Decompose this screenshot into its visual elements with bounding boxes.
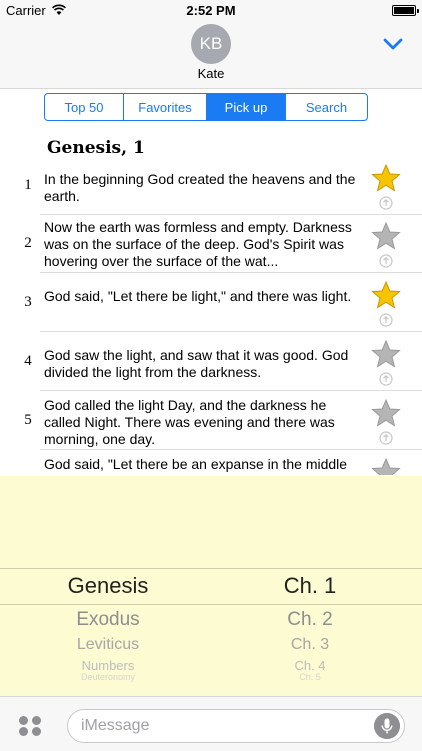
book-chapter-picker[interactable]: Genesis Exodus Leviticus Numbers Deutero…: [0, 476, 422, 696]
verse-row[interactable]: 3 God said, "Let there be light," and th…: [0, 274, 422, 332]
verse-text: God said, "Let there be an expanse in th…: [44, 456, 348, 472]
verse-text: God said, "Let there be light," and ther…: [44, 288, 352, 304]
tab-favorites[interactable]: Favorites: [124, 94, 207, 120]
picker-book-item[interactable]: Numbers: [38, 658, 178, 673]
app-drawer-icon[interactable]: [17, 715, 43, 737]
picker-chapter-item[interactable]: Ch. 5: [250, 672, 370, 682]
favorite-star-icon[interactable]: [371, 221, 401, 251]
tab-search[interactable]: Search: [286, 94, 367, 120]
share-icon[interactable]: [379, 372, 393, 386]
favorite-star-icon[interactable]: [371, 163, 401, 193]
status-bar: Carrier 2:52 PM: [0, 0, 422, 22]
verse-number: 1: [24, 177, 32, 193]
conversation-header: KB Kate: [0, 22, 422, 89]
chapter-title: Genesis, 1: [47, 138, 145, 158]
tab-top-50[interactable]: Top 50: [45, 94, 124, 120]
share-icon[interactable]: [379, 254, 393, 268]
picker-book-item[interactable]: Genesis: [38, 573, 178, 599]
picker-book-item[interactable]: Leviticus: [38, 636, 178, 654]
favorite-star-icon[interactable]: [371, 398, 401, 428]
picker-chapter-item[interactable]: Ch. 2: [250, 609, 370, 631]
picker-chapter-item[interactable]: Ch. 3: [250, 636, 370, 654]
tab-pick-up[interactable]: Pick up: [207, 94, 286, 120]
message-field[interactable]: [67, 709, 405, 743]
verse-list[interactable]: 1 In the beginning God created the heave…: [0, 157, 422, 475]
chapter-picker-wheel[interactable]: Ch. 1 Ch. 2 Ch. 3 Ch. 4 Ch. 5: [250, 476, 370, 696]
verse-row[interactable]: 5 God called the light Day, and the dark…: [0, 392, 422, 450]
favorite-star-icon[interactable]: [371, 280, 401, 310]
verse-number: 5: [24, 412, 32, 428]
verse-text: God called the light Day, and the darkne…: [44, 397, 335, 447]
book-picker-wheel[interactable]: Genesis Exodus Leviticus Numbers Deutero…: [38, 476, 178, 696]
picker-book-item[interactable]: Exodus: [38, 609, 178, 631]
verse-row[interactable]: 1 In the beginning God created the heave…: [0, 157, 422, 215]
picker-chapter-item[interactable]: Ch. 1: [250, 573, 370, 599]
share-icon[interactable]: [379, 431, 393, 445]
picker-chapter-item[interactable]: Ch. 4: [250, 658, 370, 673]
verse-number: 4: [24, 353, 32, 369]
verse-text: God saw the light, and saw that it was g…: [44, 347, 349, 380]
verse-row[interactable]: 4 God saw the light, and saw that it was…: [0, 333, 422, 391]
share-icon[interactable]: [379, 313, 393, 327]
picker-book-item[interactable]: Deuteronomy: [38, 672, 178, 682]
message-input-bar: [0, 696, 422, 751]
chevron-down-icon[interactable]: [382, 36, 404, 52]
verse-number: 3: [24, 294, 32, 310]
battery-icon: [392, 5, 419, 16]
verse-number: 2: [24, 235, 32, 251]
verse-row[interactable]: 2 Now the earth was formless and empty. …: [0, 215, 422, 273]
verse-row[interactable]: God said, "Let there be an expanse in th…: [0, 451, 422, 475]
avatar[interactable]: KB: [191, 24, 231, 64]
favorite-star-icon[interactable]: [371, 457, 401, 475]
verse-text: Now the earth was formless and empty. Da…: [44, 219, 352, 269]
message-input[interactable]: [81, 716, 371, 736]
verse-text: In the beginning God created the heavens…: [44, 171, 356, 204]
contact-name[interactable]: Kate: [0, 66, 422, 81]
tab-bar: Top 50 Favorites Pick up Search: [44, 93, 368, 121]
status-time: 2:52 PM: [186, 3, 236, 18]
share-icon[interactable]: [379, 196, 393, 210]
microphone-icon[interactable]: [374, 713, 400, 739]
favorite-star-icon[interactable]: [371, 339, 401, 369]
